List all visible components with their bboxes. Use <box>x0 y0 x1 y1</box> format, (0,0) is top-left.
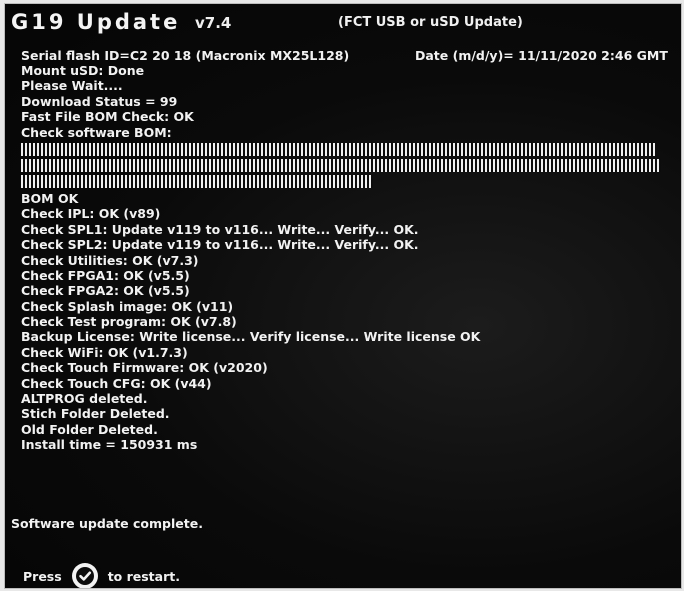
log-line: Fast File BOM Check: OK <box>21 109 194 125</box>
log-line: Check Test program: OK (v7.8) <box>21 314 237 330</box>
log-line: Check SPL2: Update v119 to v116... Write… <box>21 237 419 253</box>
log-line: Check FPGA2: OK (v5.5) <box>21 283 190 299</box>
app-title: G19 Update <box>11 10 181 34</box>
log-line: Check FPGA1: OK (v5.5) <box>21 267 190 283</box>
log-line: Check Touch CFG: OK (v44) <box>21 375 212 391</box>
checkmark-circle-icon[interactable] <box>71 563 98 588</box>
log-line: Stich Folder Deleted. <box>21 406 170 422</box>
update-mode: (FCT USB or uSD Update) <box>338 15 523 30</box>
log-line: Download Status = 99 <box>21 93 178 109</box>
update-log: Mount uSD: Done Please Wait.... Download… <box>21 63 661 453</box>
log-line: Check IPL: OK (v89) <box>21 206 161 222</box>
app-version: v7.4 <box>195 14 232 32</box>
log-line: Check SPL1: Update v119 to v116... Write… <box>21 221 419 237</box>
press-label: Press <box>23 568 62 584</box>
log-line: Check software BOM: <box>21 124 172 140</box>
update-complete-message: Software update complete. <box>11 516 203 531</box>
log-line: Check WiFi: OK (v1.7.3) <box>21 344 188 360</box>
progress-row <box>21 174 373 188</box>
log-line: Check Utilities: OK (v7.3) <box>21 252 199 268</box>
progress-row <box>21 142 657 156</box>
log-line: ALTPROG deleted. <box>21 391 148 407</box>
restart-prompt: Press to restart. <box>23 563 180 588</box>
log-line: Check Touch Firmware: OK (v2020) <box>21 360 268 376</box>
log-line: BOM OK <box>21 190 79 206</box>
log-line: Old Folder Deleted. <box>21 421 158 437</box>
bom-progress-bar <box>21 142 661 189</box>
log-line: Mount uSD: Done <box>21 63 145 78</box>
log-line: Check Splash image: OK (v11) <box>21 298 234 314</box>
progress-row <box>21 158 661 172</box>
header: G19 Update v7.4 (FCT USB or uSD Update) <box>5 10 681 38</box>
log-line: Install time = 150931 ms <box>21 437 198 453</box>
serial-flash-id: Serial flash ID=C2 20 18 (Macronix MX25L… <box>21 48 350 63</box>
serial-info-line: Serial flash ID=C2 20 18 (Macronix MX25L… <box>21 48 681 63</box>
log-line: Please Wait.... <box>21 78 123 94</box>
update-screen: G19 Update v7.4 (FCT USB or uSD Update) … <box>4 3 682 589</box>
log-line: Backup License: Write license... Verify … <box>21 329 481 345</box>
restart-label: to restart. <box>107 568 180 584</box>
date-readout: Date (m/d/y)= 11/11/2020 2:46 GMT <box>415 48 668 63</box>
